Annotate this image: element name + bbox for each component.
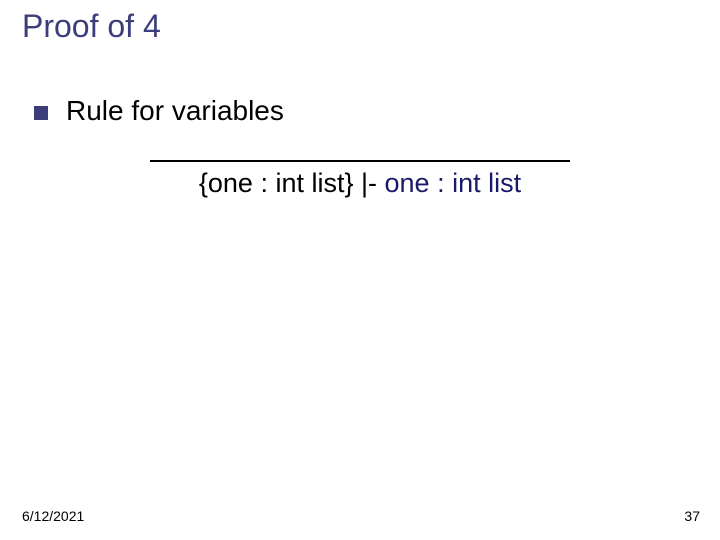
footer-page-number: 37: [684, 508, 700, 524]
bullet-text: Rule for variables: [66, 95, 284, 127]
footer-date: 6/12/2021: [22, 508, 84, 524]
bullet-square-icon: [34, 106, 48, 120]
slide: Proof of 4 Rule for variables {one : int…: [0, 0, 720, 540]
inference-rule: {one : int list} |- one : int list: [150, 160, 570, 199]
judgment-var: one: [385, 168, 430, 198]
judgment-colon: :: [430, 168, 453, 198]
judgment-context: {one : int list} |-: [199, 168, 385, 198]
typing-judgment: {one : int list} |- one : int list: [150, 168, 570, 199]
judgment-type: int list: [452, 168, 521, 198]
rule-divider: [150, 160, 570, 162]
slide-title: Proof of 4: [22, 8, 161, 45]
bullet-item: Rule for variables: [34, 95, 284, 127]
